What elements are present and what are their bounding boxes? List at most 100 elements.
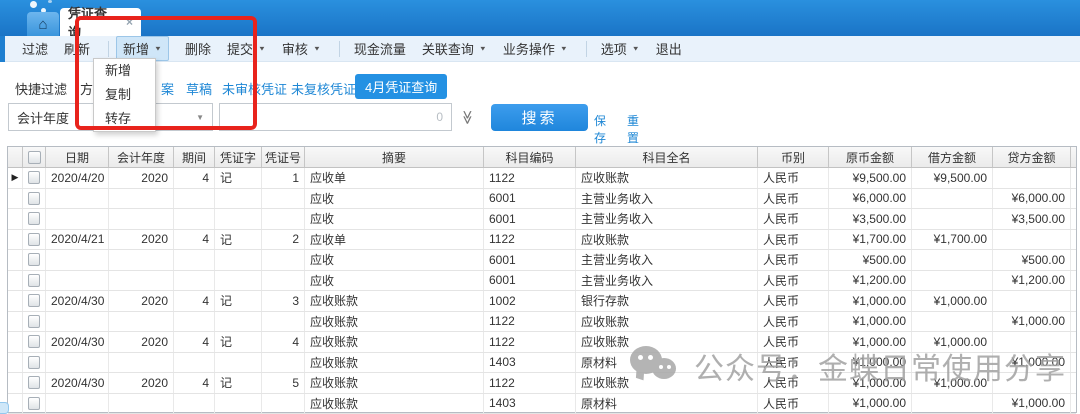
cell-fiscal_year: 2020 (109, 168, 174, 188)
chevron-down-icon: ▼ (632, 45, 640, 52)
scheme-link-未复核凭证[interactable]: 未复核凭证 (291, 79, 356, 98)
row-checkbox[interactable] (28, 376, 40, 389)
cell-account_code: 1122 (484, 312, 576, 332)
column-header-currency[interactable]: 币别 (758, 147, 829, 167)
row-checkbox[interactable] (28, 233, 40, 246)
scheme-link-草稿[interactable]: 草稿 (186, 79, 212, 98)
checkbox-cell (23, 230, 46, 250)
cell-account_code: 1403 (484, 394, 576, 414)
cell-date: 2020/4/30 (46, 373, 109, 393)
cell-currency: 人民币 (758, 332, 829, 352)
column-header-account_code[interactable]: 科目编码 (484, 147, 576, 167)
cell-voucher_no: 5 (262, 373, 305, 393)
tab-voucher-query[interactable]: 凭证查询 × (60, 8, 141, 36)
chevron-down-icon: ▼ (313, 45, 321, 52)
table-row[interactable]: 应收账款1122应收账款人民币¥1,000.00¥1,000.00 (8, 312, 1076, 333)
row-checkbox[interactable] (28, 356, 40, 369)
table-row[interactable]: 应收6001主营业务收入人民币¥3,500.00¥3,500.00 (8, 209, 1076, 230)
column-header-voucher_no[interactable]: 凭证号 (262, 147, 305, 167)
table-row[interactable]: 应收6001主营业务收入人民币¥500.00¥500.00 (8, 250, 1076, 271)
menu-item-新增[interactable]: 新增 (94, 59, 155, 83)
corner-scroll-fragment[interactable] (0, 402, 9, 414)
column-header-credit_amount[interactable]: 贷方金额 (993, 147, 1071, 167)
table-overflow-sliver (1071, 291, 1080, 311)
close-tab-icon[interactable]: × (126, 15, 133, 29)
search-button[interactable]: 搜索 (491, 104, 588, 131)
toolbar-button-提交[interactable]: 提交▼ (227, 39, 266, 58)
row-checkbox[interactable] (28, 335, 40, 348)
toolbar-button-退出[interactable]: 退出 (656, 39, 682, 58)
filter-value-input[interactable]: 0 (219, 103, 452, 131)
menu-item-复制[interactable]: 复制 (94, 83, 155, 107)
row-checkbox[interactable] (28, 212, 40, 225)
toolbar-button-选项[interactable]: 选项▼ (601, 39, 640, 58)
cell-original_amount: ¥1,000.00 (829, 394, 912, 414)
toolbar-button-现金流量[interactable]: 现金流量 (354, 39, 406, 58)
row-checkbox[interactable] (28, 397, 40, 410)
cell-credit_amount (993, 230, 1071, 250)
checkbox-cell (23, 271, 46, 291)
toolbar-button-刷新[interactable]: 刷新 (64, 39, 90, 58)
add-dropdown-menu: 新增复制转存 (93, 58, 156, 132)
toolbar-button-过滤[interactable]: 过滤 (22, 39, 48, 58)
table-overflow-sliver (1071, 209, 1080, 229)
table-row[interactable]: 应收账款1403原材料人民币¥1,000.00¥1,000.00 (8, 353, 1076, 374)
menu-item-转存[interactable]: 转存 (94, 107, 155, 131)
row-checkbox[interactable] (28, 192, 40, 205)
table-row[interactable]: ▶2020/4/2020204记1应收单1122应收账款人民币¥9,500.00… (8, 168, 1076, 189)
toolbar-button-业务操作[interactable]: 业务操作▼ (503, 39, 568, 58)
row-indicator-cell (8, 373, 23, 393)
column-header-summary[interactable]: 摘要 (305, 147, 484, 167)
row-indicator-cell (8, 332, 23, 352)
table-row[interactable]: 应收6001主营业务收入人民币¥6,000.00¥6,000.00 (8, 189, 1076, 210)
cell-voucher_no (262, 312, 305, 332)
scheme-fragment-left[interactable]: 方 (80, 79, 93, 98)
left-edge-strip (0, 36, 5, 62)
cell-voucher_word (215, 312, 262, 332)
cell-debit_amount (912, 312, 993, 332)
row-checkbox[interactable] (28, 274, 40, 287)
column-header-date[interactable]: 日期 (46, 147, 109, 167)
expand-more-chevron-icon[interactable]: ≫ (459, 110, 476, 123)
chevron-down-icon: ▼ (479, 45, 487, 52)
cell-voucher_word (215, 353, 262, 373)
toolbar-button-删除[interactable]: 删除 (185, 39, 211, 58)
scheme-fragment-right[interactable]: 案 (161, 79, 174, 98)
cell-original_amount: ¥6,000.00 (829, 189, 912, 209)
column-header-debit_amount[interactable]: 借方金额 (912, 147, 993, 167)
row-indicator-cell (8, 394, 23, 414)
row-indicator-cell: ▶ (8, 168, 23, 188)
column-header-fiscal_year[interactable]: 会计年度 (109, 147, 174, 167)
column-header-original_amount[interactable]: 原币金额 (829, 147, 912, 167)
table-row[interactable]: 2020/4/2120204记2应收单1122应收账款人民币¥1,700.00¥… (8, 230, 1076, 251)
cell-credit_amount: ¥3,500.00 (993, 209, 1071, 229)
cell-original_amount: ¥3,500.00 (829, 209, 912, 229)
column-header-voucher_word[interactable]: 凭证字 (215, 147, 262, 167)
tab-home[interactable]: ⌂ (27, 12, 59, 36)
row-indicator-cell (8, 209, 23, 229)
scheme-link-未审核凭证[interactable]: 未审核凭证 (222, 79, 287, 98)
toolbar-button-审核[interactable]: 审核▼ (282, 39, 321, 58)
row-checkbox[interactable] (28, 171, 40, 184)
save-scheme-link[interactable]: 保存 (594, 112, 606, 146)
row-indicator-cell (8, 230, 23, 250)
reset-link[interactable]: 重置 (627, 112, 639, 146)
row-checkbox[interactable] (28, 253, 40, 266)
column-header-account_name[interactable]: 科目全名 (576, 147, 758, 167)
select-all-checkbox[interactable] (28, 151, 41, 164)
table-row[interactable]: 2020/4/3020204记5应收账款1122应收账款人民币¥1,000.00… (8, 373, 1076, 394)
table-row[interactable]: 2020/4/3020204记4应收账款1122应收账款人民币¥1,000.00… (8, 332, 1076, 353)
row-checkbox[interactable] (28, 315, 40, 328)
cell-fiscal_year (109, 394, 174, 414)
column-header-period[interactable]: 期间 (174, 147, 215, 167)
table-row[interactable]: 应收账款1403原材料人民币¥1,000.00¥1,000.00 (8, 394, 1076, 414)
scheme-active-april[interactable]: 4月凭证查询 (355, 74, 447, 99)
table-row[interactable]: 应收6001主营业务收入人民币¥1,200.00¥1,200.00 (8, 271, 1076, 292)
table-row[interactable]: 2020/4/3020204记3应收账款1002银行存款人民币¥1,000.00… (8, 291, 1076, 312)
cell-original_amount: ¥1,000.00 (829, 291, 912, 311)
toolbar-button-关联查询[interactable]: 关联查询▼ (422, 39, 487, 58)
toolbar-separator (586, 41, 587, 57)
row-checkbox[interactable] (28, 294, 40, 307)
cell-original_amount: ¥1,000.00 (829, 353, 912, 373)
table-overflow-sliver (1071, 147, 1076, 167)
